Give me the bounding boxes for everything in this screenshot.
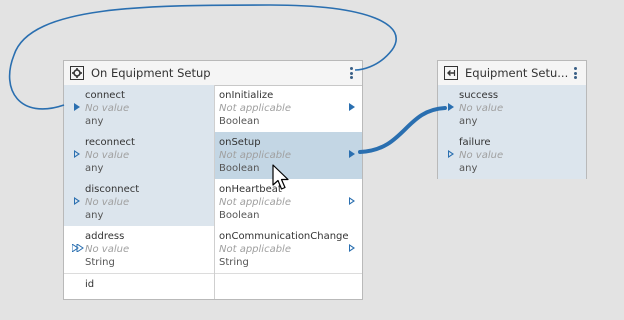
input-slot-success[interactable]: success No value any xyxy=(438,85,586,132)
node-menu-icon[interactable] xyxy=(349,67,353,79)
slot-name: onCommunicationChange xyxy=(219,231,349,242)
slot-type: any xyxy=(459,116,478,127)
input-slot-connect[interactable]: connect No value any xyxy=(64,85,214,132)
node-header[interactable]: Equipment Setu... xyxy=(438,61,586,86)
slot-type: String xyxy=(219,257,249,268)
slot-value: No value xyxy=(459,103,504,114)
input-slot-id[interactable]: id xyxy=(64,273,214,320)
output-slot-empty xyxy=(215,273,362,320)
slot-name: address xyxy=(85,231,125,242)
slot-name: id xyxy=(85,279,95,290)
enter-icon xyxy=(443,65,459,81)
slot-name: onSetup xyxy=(219,137,261,148)
input-port-icon[interactable] xyxy=(448,150,454,158)
node-menu-icon[interactable] xyxy=(573,67,577,79)
slot-value: No value xyxy=(459,150,504,161)
input-port-icon[interactable] xyxy=(74,197,80,205)
slot-type: any xyxy=(85,163,104,174)
slot-value: No value xyxy=(85,197,130,208)
mouse-cursor-icon xyxy=(272,164,289,190)
output-port-icon[interactable] xyxy=(349,244,355,252)
equipment-setup-node[interactable]: Equipment Setu... success No value any f… xyxy=(437,60,587,179)
slot-value: Not applicable xyxy=(219,197,291,208)
slot-type: any xyxy=(85,116,104,127)
output-slot-oninitialize[interactable]: onInitialize Not applicable Boolean xyxy=(215,85,362,132)
output-port-icon[interactable] xyxy=(349,103,355,111)
slot-type: Boolean xyxy=(219,116,260,127)
slot-type: Boolean xyxy=(219,163,260,174)
output-port-icon[interactable] xyxy=(349,150,355,158)
input-port-icon[interactable] xyxy=(74,103,80,111)
input-column: connect No value any reconnect No value … xyxy=(64,85,215,299)
input-port-icon[interactable] xyxy=(74,150,80,158)
slot-type: Boolean xyxy=(219,210,260,221)
node-title: On Equipment Setup xyxy=(91,66,211,80)
slot-name: reconnect xyxy=(85,137,135,148)
slot-name: disconnect xyxy=(85,184,140,195)
input-slot-disconnect[interactable]: disconnect No value any xyxy=(64,179,214,226)
slot-name: onInitialize xyxy=(219,90,274,101)
input-slot-address[interactable]: address No value String xyxy=(64,226,214,273)
slot-value: Not applicable xyxy=(219,103,291,114)
output-column: onInitialize Not applicable Boolean onSe… xyxy=(215,85,362,299)
double-input-port-icon[interactable] xyxy=(72,244,84,252)
input-slot-failure[interactable]: failure No value any xyxy=(438,132,586,179)
output-slot-oncommunicationchange[interactable]: onCommunicationChange Not applicable Str… xyxy=(215,226,362,273)
slot-name: connect xyxy=(85,90,125,101)
gear-icon xyxy=(69,65,85,81)
slot-value: Not applicable xyxy=(219,150,291,161)
input-slot-reconnect[interactable]: reconnect No value any xyxy=(64,132,214,179)
output-port-icon[interactable] xyxy=(349,197,355,205)
node-header[interactable]: On Equipment Setup xyxy=(64,61,362,86)
input-column: success No value any failure No value an… xyxy=(438,85,586,179)
on-equipment-setup-node[interactable]: On Equipment Setup connect No value any … xyxy=(63,60,363,300)
slot-value: Not applicable xyxy=(219,244,291,255)
slot-type: String xyxy=(85,257,115,268)
slot-name: success xyxy=(459,90,499,101)
slot-value: No value xyxy=(85,103,130,114)
slot-value: No value xyxy=(85,150,130,161)
slot-type: any xyxy=(459,163,478,174)
node-title: Equipment Setu... xyxy=(465,66,569,80)
setup-to-success-wire xyxy=(358,106,447,154)
input-port-icon[interactable] xyxy=(448,103,454,111)
slot-type: any xyxy=(85,210,104,221)
slot-value: No value xyxy=(85,244,130,255)
slot-name: failure xyxy=(459,137,491,148)
